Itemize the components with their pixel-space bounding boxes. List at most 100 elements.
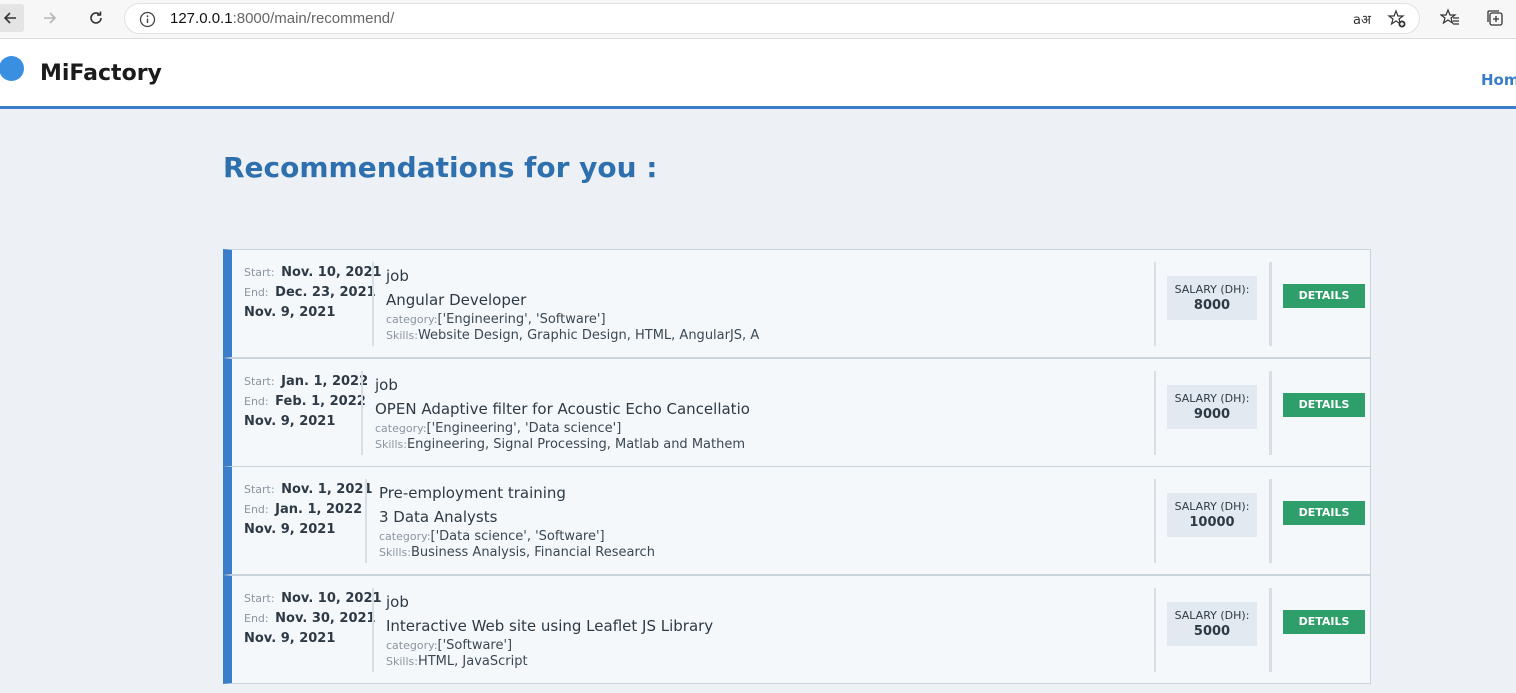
job-card: Start: Nov. 10, 2021 End: Dec. 23, 2021 … bbox=[223, 249, 1371, 358]
end-date: End: Feb. 1, 2022 bbox=[244, 394, 374, 414]
salary-label: SALARY (DH): bbox=[1174, 500, 1250, 513]
start-value: Jan. 1, 2022 bbox=[281, 374, 369, 389]
start-date: Start: Nov. 1, 2021 bbox=[244, 482, 374, 502]
job-title: 3 Data Analysts bbox=[379, 508, 498, 526]
job-card: Start: Nov. 1, 2021 End: Jan. 1, 2022 No… bbox=[223, 466, 1371, 575]
skills-value: Business Analysis, Financial Research bbox=[410, 545, 655, 560]
category-value: ['Engineering', 'Data science'] bbox=[426, 421, 622, 436]
salary-label: SALARY (DH): bbox=[1174, 609, 1250, 622]
posted-date: Nov. 9, 2021 bbox=[244, 631, 336, 646]
forward-button[interactable] bbox=[36, 4, 64, 32]
skills-value: HTML, JavaScript bbox=[417, 654, 528, 669]
salary-value: 8000 bbox=[1193, 298, 1231, 313]
job-title: Angular Developer bbox=[386, 291, 527, 309]
job-card: Start: Jan. 1, 2022 End: Feb. 1, 2022 No… bbox=[223, 358, 1371, 467]
url-path: :8000/main/recommend/ bbox=[232, 10, 395, 27]
start-date: Start: Nov. 10, 2021 bbox=[244, 591, 382, 611]
collections-icon[interactable] bbox=[1485, 8, 1505, 28]
job-category: category:['Engineering', 'Software'] bbox=[386, 312, 759, 328]
skills-label: Skills: bbox=[386, 655, 418, 668]
divider bbox=[1154, 588, 1156, 672]
job-dates: Start: Nov. 10, 2021 End: Nov. 30, 2021 … bbox=[244, 591, 382, 651]
end-value: Nov. 30, 2021 bbox=[275, 611, 376, 626]
salary-label: SALARY (DH): bbox=[1174, 283, 1250, 296]
details-button[interactable]: DETAILS bbox=[1283, 393, 1365, 417]
job-dates: Start: Nov. 1, 2021 End: Jan. 1, 2022 No… bbox=[244, 482, 374, 542]
posted-date: Nov. 9, 2021 bbox=[244, 414, 336, 429]
salary-box: SALARY (DH): 8000 bbox=[1167, 276, 1257, 320]
add-favorite-icon[interactable] bbox=[1387, 9, 1407, 29]
posted-date: Nov. 9, 2021 bbox=[244, 522, 336, 537]
job-info: job Interactive Web site using Leaflet J… bbox=[386, 591, 713, 670]
start-date: Start: Jan. 1, 2022 bbox=[244, 374, 374, 394]
url-text[interactable]: 127.0.0.1:8000/main/recommend/ bbox=[170, 10, 394, 27]
end-value: Feb. 1, 2022 bbox=[275, 394, 366, 409]
job-type: Pre-employment training bbox=[379, 484, 566, 502]
end-label: End: bbox=[244, 612, 269, 625]
browser-toolbar: 127.0.0.1:8000/main/recommend/ aअ bbox=[0, 0, 1516, 39]
brand-name[interactable]: MiFactory bbox=[40, 61, 162, 86]
salary-value: 9000 bbox=[1193, 407, 1231, 422]
job-type: job bbox=[386, 593, 409, 611]
job-skills: Skills:Engineering, Signal Processing, M… bbox=[375, 437, 750, 453]
reload-button[interactable] bbox=[82, 4, 110, 32]
job-info: job OPEN Adaptive filter for Acoustic Ec… bbox=[375, 374, 750, 453]
job-dates: Start: Nov. 10, 2021 End: Dec. 23, 2021 … bbox=[244, 265, 382, 325]
details-button[interactable]: DETAILS bbox=[1283, 284, 1365, 308]
skills-value: Engineering, Signal Processing, Matlab a… bbox=[406, 437, 745, 452]
category-value: ['Engineering', 'Software'] bbox=[437, 312, 606, 327]
category-label: category: bbox=[375, 422, 427, 435]
divider bbox=[1269, 588, 1272, 672]
divider bbox=[361, 371, 363, 455]
job-type: job bbox=[375, 376, 398, 394]
divider bbox=[372, 588, 374, 672]
start-value: Nov. 10, 2021 bbox=[281, 591, 382, 606]
job-skills: Skills:HTML, JavaScript bbox=[386, 654, 713, 670]
info-icon[interactable] bbox=[139, 11, 156, 28]
end-label: End: bbox=[244, 503, 269, 516]
job-title: OPEN Adaptive filter for Acoustic Echo C… bbox=[375, 400, 750, 418]
salary-value: 10000 bbox=[1189, 515, 1235, 530]
divider bbox=[1154, 262, 1156, 346]
category-label: category: bbox=[386, 313, 438, 326]
job-skills: Skills:Website Design, Graphic Design, H… bbox=[386, 328, 759, 344]
page-title: Recommendations for you : bbox=[223, 151, 658, 184]
job-dates: Start: Jan. 1, 2022 End: Feb. 1, 2022 No… bbox=[244, 374, 374, 434]
start-label: Start: bbox=[244, 375, 275, 388]
start-value: Nov. 10, 2021 bbox=[281, 265, 382, 280]
details-button[interactable]: DETAILS bbox=[1283, 501, 1365, 525]
divider bbox=[1154, 371, 1156, 455]
category-value: ['Data science', 'Software'] bbox=[430, 529, 605, 544]
details-button[interactable]: DETAILS bbox=[1283, 610, 1365, 634]
skills-label: Skills: bbox=[375, 438, 407, 451]
salary-box: SALARY (DH): 5000 bbox=[1167, 602, 1257, 646]
salary-label: SALARY (DH): bbox=[1174, 392, 1250, 405]
back-button[interactable] bbox=[0, 4, 24, 32]
address-bar[interactable]: 127.0.0.1:8000/main/recommend/ aअ bbox=[124, 3, 1420, 34]
job-card: Start: Nov. 10, 2021 End: Nov. 30, 2021 … bbox=[223, 575, 1371, 684]
job-type: job bbox=[386, 267, 409, 285]
favorites-icon[interactable] bbox=[1440, 8, 1460, 28]
reload-icon bbox=[90, 11, 102, 24]
job-category: category:['Engineering', 'Data science'] bbox=[375, 421, 750, 437]
divider bbox=[372, 262, 374, 346]
divider bbox=[1154, 479, 1156, 563]
start-label: Start: bbox=[244, 266, 275, 279]
end-label: End: bbox=[244, 395, 269, 408]
back-icon bbox=[3, 12, 16, 24]
end-date: End: Nov. 30, 2021 bbox=[244, 611, 376, 631]
end-date: End: Jan. 1, 2022 bbox=[244, 502, 374, 522]
nav-home-link[interactable]: Hom bbox=[1481, 71, 1516, 89]
brand-logo[interactable] bbox=[0, 56, 24, 81]
job-category: category:['Data science', 'Software'] bbox=[379, 529, 655, 545]
category-label: category: bbox=[386, 639, 438, 652]
read-aloud-icon[interactable]: aअ bbox=[1353, 10, 1371, 28]
job-category: category:['Software'] bbox=[386, 638, 713, 654]
divider bbox=[1269, 479, 1272, 563]
skills-value: Website Design, Graphic Design, HTML, An… bbox=[417, 328, 760, 343]
divider bbox=[1269, 371, 1272, 455]
end-label: End: bbox=[244, 286, 269, 299]
end-value: Dec. 23, 2021 bbox=[275, 285, 376, 300]
job-info: job Angular Developer category:['Enginee… bbox=[386, 265, 759, 344]
salary-value: 5000 bbox=[1193, 624, 1231, 639]
